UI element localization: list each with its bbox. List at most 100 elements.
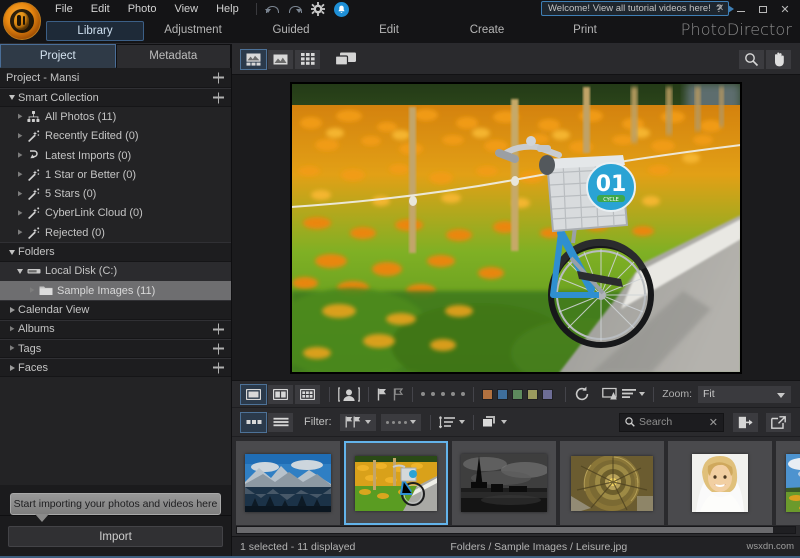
section-calendar-view[interactable]: Calendar View: [0, 300, 231, 319]
tree-item-all-photos[interactable]: All Photos (11): [0, 107, 231, 126]
color-label-green[interactable]: [512, 389, 523, 400]
flag-filter-button[interactable]: [339, 413, 377, 432]
sort-button[interactable]: [622, 388, 645, 400]
export-button[interactable]: [732, 412, 759, 433]
add-icon[interactable]: [213, 324, 224, 335]
thumb-bw-church[interactable]: [452, 441, 556, 525]
thumb-mountain-lake[interactable]: [236, 441, 340, 525]
add-icon[interactable]: [213, 362, 224, 373]
section-folders[interactable]: Folders: [0, 242, 231, 261]
menu-file[interactable]: File: [46, 0, 82, 18]
color-label-orange[interactable]: [482, 389, 493, 400]
add-icon[interactable]: [213, 343, 224, 354]
pan-tool-button[interactable]: [765, 49, 792, 70]
chevron-down-icon[interactable]: [6, 250, 18, 255]
chevron-right-icon[interactable]: [14, 191, 26, 197]
open-external-button[interactable]: [765, 412, 792, 433]
thumb-field-sky[interactable]: [776, 441, 800, 525]
chevron-right-icon[interactable]: [14, 153, 26, 159]
panel-tab-metadata[interactable]: Metadata: [116, 44, 232, 68]
color-label-yellow[interactable]: [527, 389, 538, 400]
chevron-right-icon[interactable]: [6, 326, 18, 332]
main-photo[interactable]: 01 CYCLE: [291, 83, 741, 373]
tab-edit[interactable]: Edit: [340, 21, 438, 41]
chevron-right-icon[interactable]: [6, 365, 18, 371]
thumbnail-layout-button[interactable]: [240, 412, 267, 433]
menu-edit[interactable]: Edit: [82, 0, 119, 18]
chevron-right-icon[interactable]: [14, 230, 26, 236]
tree-item-cyberlink-cloud[interactable]: CyberLink Cloud (0): [0, 204, 231, 223]
tree-item-sample-images[interactable]: Sample Images (11): [0, 281, 231, 300]
multi-view-button[interactable]: [294, 384, 321, 405]
filmstrip[interactable]: [232, 436, 800, 536]
panel-tab-project[interactable]: Project: [0, 44, 116, 68]
tab-adjustment[interactable]: Adjustment: [144, 21, 242, 41]
list-layout-button[interactable]: [267, 412, 294, 433]
single-photo-view-button[interactable]: [267, 49, 294, 70]
single-view-button[interactable]: [240, 384, 267, 405]
rating-stars[interactable]: [421, 392, 465, 396]
section-tags[interactable]: Tags: [0, 339, 231, 358]
chevron-down-icon[interactable]: [777, 393, 785, 398]
project-header-row[interactable]: Project - Mansi: [0, 68, 231, 88]
thumb-spiral-staircase[interactable]: [560, 441, 664, 525]
filmstrip-scroll-thumb[interactable]: [237, 527, 773, 533]
tab-guided[interactable]: Guided: [242, 21, 340, 41]
chevron-right-icon[interactable]: [6, 346, 18, 352]
tree-item-local-disk-c[interactable]: Local Disk (C:): [0, 262, 231, 281]
menu-help[interactable]: Help: [207, 0, 248, 18]
flag-reject-button[interactable]: [393, 388, 404, 401]
chevron-right-icon[interactable]: [26, 288, 38, 294]
stack-button[interactable]: [482, 415, 507, 429]
add-icon[interactable]: [213, 72, 224, 83]
tree-item-5-stars[interactable]: 5 Stars (0): [0, 184, 231, 203]
grid-view-button[interactable]: [294, 49, 321, 70]
chevron-right-icon[interactable]: [14, 114, 26, 120]
compare-view-button[interactable]: [267, 384, 294, 405]
slideshow-button[interactable]: [602, 387, 619, 401]
add-icon[interactable]: [213, 92, 224, 103]
import-button[interactable]: Import: [8, 526, 223, 547]
tree-item-1-star-or-better[interactable]: 1 Star or Better (0): [0, 165, 231, 184]
tree-item-latest-imports[interactable]: Latest Imports (0): [0, 146, 231, 165]
chevron-down-icon[interactable]: [6, 95, 18, 100]
rating-dot-3[interactable]: [441, 392, 445, 396]
menu-view[interactable]: View: [165, 0, 207, 18]
gear-icon[interactable]: [311, 2, 325, 16]
section-smart-collection[interactable]: Smart Collection: [0, 88, 231, 107]
chevron-down-icon[interactable]: [459, 420, 465, 424]
filmstrip-scrollbar[interactable]: [236, 526, 796, 534]
chevron-down-icon[interactable]: [14, 269, 26, 274]
tree-item-rejected[interactable]: Rejected (0): [0, 223, 231, 242]
rating-dot-4[interactable]: [451, 392, 455, 396]
tab-library[interactable]: Library: [46, 21, 144, 41]
rating-filter-button[interactable]: [380, 413, 422, 432]
tab-create[interactable]: Create: [438, 21, 536, 41]
notification-bell-icon[interactable]: [334, 2, 349, 17]
search-input[interactable]: [639, 416, 705, 428]
rotate-button[interactable]: [574, 386, 590, 402]
clear-search-icon[interactable]: ✕: [709, 416, 718, 429]
tree-item-recently-edited[interactable]: Recently Edited (0): [0, 127, 231, 146]
rating-dot-1[interactable]: [421, 392, 425, 396]
rating-dot-2[interactable]: [431, 392, 435, 396]
welcome-tooltip[interactable]: Welcome! View all tutorial videos here! …: [541, 1, 729, 16]
sort-order-button[interactable]: [439, 416, 465, 429]
secondary-display-button[interactable]: [331, 49, 361, 70]
minimize-button[interactable]: [730, 0, 752, 18]
rating-dot-5[interactable]: [461, 392, 465, 396]
photo-and-filmstrip-view-button[interactable]: [240, 49, 267, 70]
photo-viewer[interactable]: 01 CYCLE: [232, 75, 800, 380]
section-albums[interactable]: Albums: [0, 320, 231, 339]
close-button[interactable]: ✕: [774, 0, 796, 18]
undo-icon[interactable]: [265, 2, 279, 16]
chevron-down-icon[interactable]: [410, 420, 416, 424]
chevron-right-icon[interactable]: [14, 172, 26, 178]
chevron-down-icon[interactable]: [639, 392, 645, 396]
chevron-right-icon[interactable]: [14, 133, 26, 139]
chevron-down-icon[interactable]: [365, 420, 371, 424]
thumb-smiling-woman[interactable]: [668, 441, 772, 525]
color-label-purple[interactable]: [542, 389, 553, 400]
face-tag-button[interactable]: [338, 387, 360, 402]
color-label-blue[interactable]: [497, 389, 508, 400]
